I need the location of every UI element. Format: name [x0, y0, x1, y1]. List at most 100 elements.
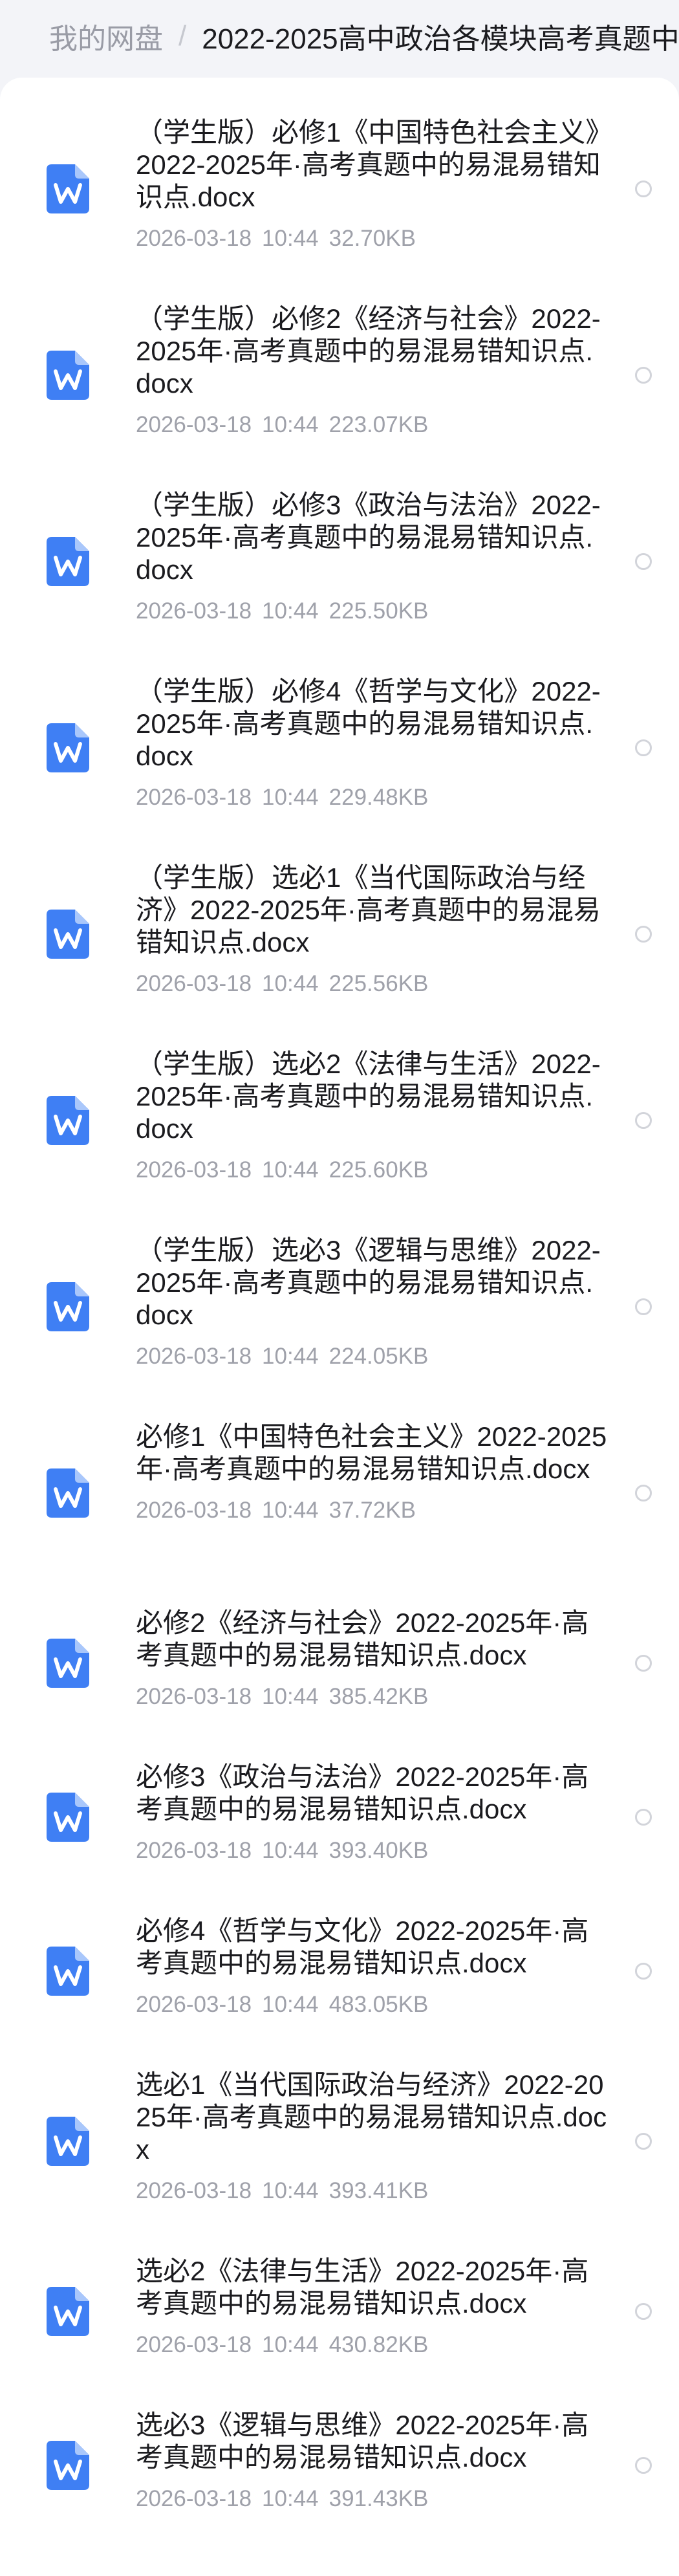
- wps-word-icon: [47, 164, 89, 213]
- breadcrumb: 我的网盘 / 2022-2025高中政治各模块高考真题中的易混易错知识点: [0, 0, 679, 72]
- file-info: 必修3《政治与法治》2022-2025年·高考真题中的易混易错知识点.docx …: [136, 1761, 608, 1864]
- file-name: 必修1《中国特色社会主义》2022-2025年·高考真题中的易混易错知识点.do…: [136, 1421, 607, 1484]
- file-info: （学生版）必修3《政治与法治》2022-2025年·高考真题中的易混易错知识点.…: [136, 489, 608, 625]
- file-info: （学生版）选必3《逻辑与思维》2022-2025年·高考真题中的易混易错知识点.…: [136, 1234, 608, 1370]
- select-radio[interactable]: [635, 2133, 652, 2150]
- file-date: 2026-03-18: [136, 1838, 252, 1863]
- file-row[interactable]: （学生版）选必3《逻辑与思维》2022-2025年·高考真题中的易混易错知识点.…: [0, 1234, 679, 1390]
- file-row[interactable]: （学生版）必修1《中国特色社会主义》2022-2025年·高考真题中的易混易错知…: [0, 116, 679, 272]
- select-radio[interactable]: [635, 2303, 652, 2320]
- select-radio[interactable]: [635, 367, 652, 384]
- file-time: 10:44: [262, 1498, 319, 1523]
- file-date: 2026-03-18: [136, 1498, 252, 1523]
- file-size: 393.40KB: [329, 1838, 429, 1863]
- wps-word-icon: [47, 1468, 89, 1518]
- file-size: 225.50KB: [329, 598, 429, 624]
- select-radio[interactable]: [635, 739, 652, 756]
- file-date: 2026-03-18: [136, 1157, 252, 1183]
- file-row[interactable]: （学生版）选必1《当代国际政治与经济》2022-2025年·高考真题中的易混易错…: [0, 862, 679, 1017]
- file-name: （学生版）选必3《逻辑与思维》2022-2025年·高考真题中的易混易错知识点.…: [136, 1235, 601, 1330]
- select-radio[interactable]: [635, 180, 652, 197]
- file-row[interactable]: 必修3《政治与法治》2022-2025年·高考真题中的易混易错知识点.docx …: [0, 1761, 679, 1884]
- file-time: 10:44: [262, 2332, 319, 2357]
- file-name: 选必3《逻辑与思维》2022-2025年·高考真题中的易混易错知识点.docx: [136, 2410, 589, 2472]
- wps-word-icon: [47, 1793, 89, 1842]
- select-radio[interactable]: [635, 2457, 652, 2474]
- file-row[interactable]: 必修2《经济与社会》2022-2025年·高考真题中的易混易错知识点.docx …: [0, 1607, 679, 1730]
- file-size: 229.48KB: [329, 785, 429, 810]
- file-row[interactable]: 选必1《当代国际政治与经济》2022-2025年·高考真题中的易混易错知识点.d…: [0, 2069, 679, 2224]
- select-radio[interactable]: [635, 1655, 652, 1672]
- file-row[interactable]: 选必3《逻辑与思维》2022-2025年·高考真题中的易混易错知识点.docx …: [0, 2409, 679, 2532]
- file-date: 2026-03-18: [136, 412, 252, 437]
- file-info: （学生版）选必1《当代国际政治与经济》2022-2025年·高考真题中的易混易错…: [136, 862, 608, 998]
- file-row[interactable]: （学生版）必修3《政治与法治》2022-2025年·高考真题中的易混易错知识点.…: [0, 489, 679, 644]
- wps-word-icon: [47, 2441, 89, 2490]
- file-size: 393.41KB: [329, 2178, 429, 2203]
- select-radio[interactable]: [635, 1112, 652, 1129]
- file-row[interactable]: （学生版）必修4《哲学与文化》2022-2025年·高考真题中的易混易错知识点.…: [0, 675, 679, 831]
- wps-word-icon: [47, 351, 89, 400]
- file-meta: 2026-03-18 10:44 225.56KB: [136, 970, 608, 998]
- select-radio[interactable]: [635, 1963, 652, 1980]
- file-size: 223.07KB: [329, 412, 429, 437]
- file-name: 选必2《法律与生活》2022-2025年·高考真题中的易混易错知识点.docx: [136, 2256, 589, 2319]
- file-info: （学生版）必修4《哲学与文化》2022-2025年·高考真题中的易混易错知识点.…: [136, 675, 608, 811]
- file-time: 10:44: [262, 1157, 319, 1183]
- file-meta: 2026-03-18 10:44 483.05KB: [136, 1991, 608, 2018]
- file-date: 2026-03-18: [136, 2332, 252, 2357]
- breadcrumb-root-link[interactable]: 我的网盘: [49, 16, 163, 57]
- file-row[interactable]: 选必2《法律与生活》2022-2025年·高考真题中的易混易错知识点.docx …: [0, 2255, 679, 2378]
- file-info: 选必1《当代国际政治与经济》2022-2025年·高考真题中的易混易错知识点.d…: [136, 2069, 608, 2205]
- file-list: （学生版）必修1《中国特色社会主义》2022-2025年·高考真题中的易混易错知…: [0, 78, 679, 2576]
- file-row[interactable]: （学生版）必修2《经济与社会》2022-2025年·高考真题中的易混易错知识点.…: [0, 303, 679, 458]
- file-time: 10:44: [262, 226, 319, 251]
- wps-word-icon: [47, 723, 89, 772]
- select-radio[interactable]: [635, 926, 652, 943]
- file-row[interactable]: （学生版）选必2《法律与生活》2022-2025年·高考真题中的易混易错知识点.…: [0, 1048, 679, 1203]
- select-radio[interactable]: [635, 1298, 652, 1315]
- select-radio[interactable]: [635, 1485, 652, 1501]
- file-name: 必修3《政治与法治》2022-2025年·高考真题中的易混易错知识点.docx: [136, 1762, 589, 1824]
- file-info: 选必2《法律与生活》2022-2025年·高考真题中的易混易错知识点.docx …: [136, 2255, 608, 2359]
- file-size: 225.60KB: [329, 1157, 429, 1183]
- file-meta: 2026-03-18 10:44 385.42KB: [136, 1683, 608, 1710]
- wps-word-icon: [47, 1282, 89, 1331]
- file-meta: 2026-03-18 10:44 391.43KB: [136, 2485, 608, 2513]
- breadcrumb-separator: /: [178, 20, 187, 52]
- wps-word-icon: [47, 1947, 89, 1996]
- file-date: 2026-03-18: [136, 971, 252, 996]
- select-radio[interactable]: [635, 1809, 652, 1826]
- file-size: 483.05KB: [329, 1992, 429, 2017]
- file-info: （学生版）选必2《法律与生活》2022-2025年·高考真题中的易混易错知识点.…: [136, 1048, 608, 1184]
- wps-word-icon: [47, 1096, 89, 1145]
- file-name: （学生版）必修1《中国特色社会主义》2022-2025年·高考真题中的易混易错知…: [136, 117, 601, 212]
- file-date: 2026-03-18: [136, 598, 252, 624]
- file-row[interactable]: 必修4《哲学与文化》2022-2025年·高考真题中的易混易错知识点.docx …: [0, 1915, 679, 2038]
- file-time: 10:44: [262, 785, 319, 810]
- file-name: （学生版）必修4《哲学与文化》2022-2025年·高考真题中的易混易错知识点.…: [136, 676, 601, 771]
- file-name: （学生版）选必1《当代国际政治与经济》2022-2025年·高考真题中的易混易错…: [136, 862, 601, 957]
- file-meta: 2026-03-18 10:44 225.50KB: [136, 598, 608, 625]
- select-radio[interactable]: [635, 553, 652, 570]
- file-time: 10:44: [262, 412, 319, 437]
- wps-word-icon: [47, 1639, 89, 1688]
- file-size: 225.56KB: [329, 971, 429, 996]
- file-row[interactable]: 必修1《中国特色社会主义》2022-2025年·高考真题中的易混易错知识点.do…: [0, 1421, 679, 1576]
- file-meta: 2026-03-18 10:44 223.07KB: [136, 411, 608, 439]
- file-date: 2026-03-18: [136, 1992, 252, 2017]
- file-time: 10:44: [262, 1838, 319, 1863]
- file-meta: 2026-03-18 10:44 229.48KB: [136, 784, 608, 811]
- file-time: 10:44: [262, 1344, 319, 1369]
- file-name: 必修4《哲学与文化》2022-2025年·高考真题中的易混易错知识点.docx: [136, 1916, 589, 1978]
- file-info: 必修2《经济与社会》2022-2025年·高考真题中的易混易错知识点.docx …: [136, 1607, 608, 1710]
- file-date: 2026-03-18: [136, 226, 252, 251]
- file-date: 2026-03-18: [136, 2486, 252, 2511]
- file-time: 10:44: [262, 2178, 319, 2203]
- file-time: 10:44: [262, 1992, 319, 2017]
- file-size: 37.72KB: [329, 1498, 416, 1523]
- file-date: 2026-03-18: [136, 2178, 252, 2203]
- wps-word-icon: [47, 537, 89, 586]
- file-date: 2026-03-18: [136, 1344, 252, 1369]
- file-date: 2026-03-18: [136, 1684, 252, 1709]
